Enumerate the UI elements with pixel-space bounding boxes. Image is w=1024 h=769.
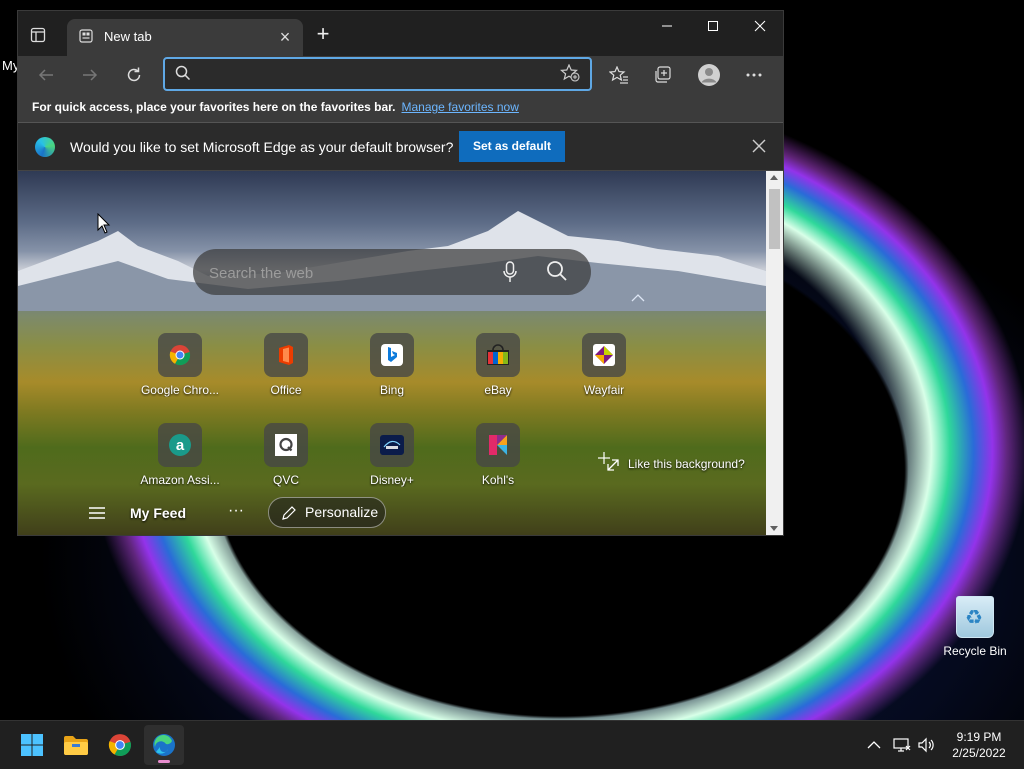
collections-icon[interactable] [649, 61, 677, 89]
profile-avatar-icon[interactable] [695, 61, 723, 89]
feed-more-icon[interactable]: ··· [228, 502, 244, 520]
quick-link-tile[interactable]: Disney+ [348, 423, 436, 487]
amazon-icon: a [158, 423, 202, 467]
recycle-bin-label: Recycle Bin [943, 644, 1007, 658]
add-favorite-icon[interactable] [560, 64, 580, 82]
chrome-icon [158, 333, 202, 377]
edge-logo-icon [35, 137, 55, 157]
recycle-bin[interactable]: Recycle Bin [940, 596, 1010, 658]
start-button[interactable] [12, 725, 52, 765]
scroll-down-arrow-icon[interactable] [770, 526, 778, 531]
bing-icon [370, 333, 414, 377]
close-tab-icon[interactable]: × [275, 27, 295, 47]
quick-link-tile[interactable]: Bing [348, 333, 436, 397]
manage-favorites-link[interactable]: Manage favorites now [401, 100, 518, 114]
svg-text:a: a [176, 437, 185, 454]
search-icon [175, 65, 191, 81]
office-icon [264, 333, 308, 377]
file-explorer-button[interactable] [56, 725, 96, 765]
dismiss-infobar-icon[interactable] [750, 137, 768, 155]
tab-bar: New tab × + [18, 11, 783, 56]
scrollbar-thumb[interactable] [769, 189, 780, 249]
address-bar[interactable] [163, 57, 592, 91]
feed-bar: My Feed ··· Personalize [18, 493, 766, 535]
maximize-icon[interactable] [690, 11, 736, 41]
set-as-default-button[interactable]: Set as default [459, 131, 565, 162]
ebay-icon [476, 333, 520, 377]
chrome-taskbar-button[interactable] [100, 725, 140, 765]
disney-icon [370, 423, 414, 467]
edge-icon [153, 734, 175, 756]
chevron-up-icon[interactable] [631, 293, 645, 303]
infobar-message: Would you like to set Microsoft Edge as … [70, 139, 454, 155]
volume-icon[interactable] [917, 735, 937, 755]
taskbar: 9:19 PM 2/25/2022 [0, 720, 1024, 769]
page-scrollbar[interactable] [766, 171, 783, 535]
favorites-icon[interactable] [605, 61, 633, 89]
tab-title: New tab [104, 29, 152, 44]
mouse-cursor-icon [97, 213, 111, 234]
quick-link-tile[interactable]: Office [242, 333, 330, 397]
scroll-up-arrow-icon[interactable] [770, 175, 778, 180]
quick-link-tile[interactable]: QVC [242, 423, 330, 487]
pencil-icon [282, 506, 296, 520]
folder-icon [64, 736, 88, 755]
tab-actions-icon[interactable] [26, 23, 50, 47]
quick-link-tile[interactable]: a Amazon Assi... [136, 423, 224, 487]
clock-time: 9:19 PM [956, 730, 1002, 744]
navigation-toolbar [18, 56, 783, 94]
new-tab-page-icon [79, 29, 93, 43]
address-input[interactable] [199, 63, 553, 85]
tab-new-tab[interactable]: New tab × [67, 19, 303, 56]
qvc-icon [264, 423, 308, 467]
minimize-icon[interactable] [644, 11, 690, 41]
hamburger-menu-icon[interactable] [88, 506, 106, 520]
search-submit-icon[interactable] [546, 260, 568, 282]
web-search-box[interactable] [193, 249, 591, 295]
quick-link-tile[interactable]: Wayfair [560, 333, 648, 397]
network-icon[interactable] [892, 735, 912, 755]
personalize-button[interactable]: Personalize [268, 497, 386, 528]
my-feed-tab[interactable]: My Feed [130, 505, 186, 521]
new-tab-plus-icon[interactable]: + [311, 23, 335, 47]
quick-link-tile[interactable]: Kohl's [454, 423, 542, 487]
refresh-icon[interactable] [120, 61, 148, 89]
new-tab-page: Google Chro... Office Bing eBay Wayfair [18, 171, 766, 535]
expand-icon [598, 452, 619, 471]
back-arrow-icon[interactable] [32, 61, 60, 89]
forward-arrow-icon[interactable] [76, 61, 104, 89]
favorites-bar-message: For quick access, place your favorites h… [32, 100, 519, 114]
wayfair-icon [582, 333, 626, 377]
close-window-icon[interactable] [737, 11, 783, 41]
default-browser-infobar: Would you like to set Microsoft Edge as … [18, 123, 783, 171]
edge-window: New tab × + For quick access, place your… [17, 10, 784, 536]
active-app-indicator [158, 760, 170, 763]
quick-link-tile[interactable]: eBay [454, 333, 542, 397]
kohls-icon [476, 423, 520, 467]
web-search-input[interactable] [207, 261, 491, 285]
microphone-icon[interactable] [503, 261, 517, 283]
chevron-up-icon[interactable] [864, 735, 884, 755]
windows-logo-icon [21, 734, 43, 756]
more-options-icon[interactable] [740, 61, 768, 89]
quick-link-tile[interactable]: Google Chro... [136, 333, 224, 397]
favorites-bar: For quick access, place your favorites h… [18, 94, 783, 123]
edge-taskbar-button[interactable] [144, 725, 184, 765]
recycle-bin-icon [956, 596, 994, 638]
chrome-icon [108, 734, 132, 757]
system-clock[interactable]: 9:19 PM 2/25/2022 [944, 729, 1014, 761]
clock-date: 2/25/2022 [952, 746, 1006, 760]
